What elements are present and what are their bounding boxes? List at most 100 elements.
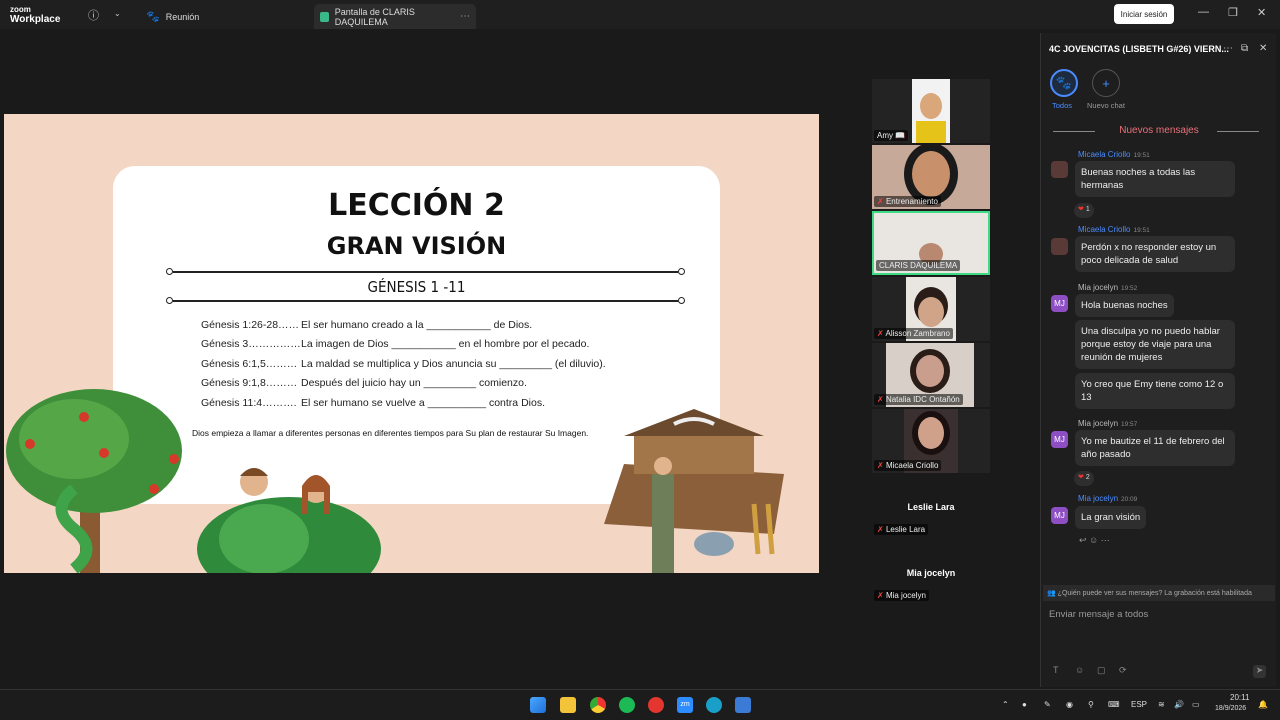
clock-date[interactable]: 18/9/2026 xyxy=(1215,705,1246,712)
participant-name: CLARIS DAQUILEMA xyxy=(876,260,961,271)
participant-tile-active-speaker[interactable]: CLARIS DAQUILEMA xyxy=(872,211,990,275)
volume-icon[interactable]: 🔊 xyxy=(1174,700,1184,709)
slide-title: LECCIÓN 2 xyxy=(328,188,505,223)
pop-out-icon[interactable]: ⧉ xyxy=(1241,43,1248,54)
participant-name-text: Alisson Zambrano xyxy=(885,329,950,338)
divider-line xyxy=(173,271,678,273)
chat-title: 4C JOVENCITAS (LISBETH G#26) VIERN... xyxy=(1049,44,1229,54)
filter-all-label[interactable]: Todos xyxy=(1052,101,1072,110)
slide-subtitle: GRAN VISIÓN xyxy=(326,232,507,260)
close-icon[interactable]: ✕ xyxy=(1259,43,1267,54)
participant-name-text: Natalia IDC Ontañón xyxy=(885,395,960,404)
zoom-logo: zoom Workplace xyxy=(10,5,60,25)
minimize-icon[interactable]: — xyxy=(1198,6,1209,18)
sender-name: Mia jocelyn xyxy=(1078,419,1119,428)
participant-tile[interactable]: ✗ Leslie Lara xyxy=(872,475,990,539)
verse-text: La maldad se multiplica y Dios anuncia s… xyxy=(301,358,606,370)
heart-icon: ❤ xyxy=(1078,206,1084,213)
language-indicator[interactable]: ESP xyxy=(1131,700,1147,709)
message-bubble[interactable]: Una disculpa yo no puedo hablar porque e… xyxy=(1075,320,1235,369)
participant-tile[interactable]: ✗ Natalia IDC Ontañón xyxy=(872,343,990,407)
message-bubble[interactable]: Buenas noches a todas las hermanas xyxy=(1075,161,1235,197)
divider-dot xyxy=(678,297,685,304)
restore-icon[interactable]: ❐ xyxy=(1228,6,1238,19)
more-icon[interactable]: ⋯ xyxy=(1223,43,1233,54)
chevron-down-icon[interactable]: ⌄ xyxy=(114,9,121,18)
adam-eve-illustration xyxy=(197,468,381,573)
participant-tile[interactable]: ✗ Micaela Criollo xyxy=(872,409,990,473)
format-icon[interactable]: T xyxy=(1053,665,1059,675)
participant-name: ✗ Mia jocelyn xyxy=(874,590,929,601)
chevron-up-icon[interactable]: ⌃ xyxy=(1002,700,1009,709)
avatar: MJ xyxy=(1051,431,1068,448)
participant-tile[interactable]: ✗ Entrenamiento xyxy=(872,145,990,209)
spotify-icon[interactable] xyxy=(619,697,635,713)
close-icon[interactable]: ✕ xyxy=(1257,6,1266,19)
pen-icon[interactable]: ✎ xyxy=(1044,700,1051,709)
plus-icon[interactable]: + xyxy=(1092,69,1120,97)
wifi-icon[interactable]: ≋ xyxy=(1158,700,1165,709)
participant-name-text: Leslie Lara xyxy=(885,525,926,534)
verse-row: Génesis 6:1,5……… La maldad se multiplica … xyxy=(201,358,606,370)
notification-icon[interactable]: 🔔 xyxy=(1258,700,1268,709)
message-time: 19:51 xyxy=(1133,152,1150,159)
message-sender: Mia jocelyn 19:52 xyxy=(1078,283,1137,292)
reaction-badge[interactable]: ❤ 2 xyxy=(1074,471,1094,486)
participant-tile[interactable]: ✗ Mia jocelyn xyxy=(872,541,990,605)
message-input[interactable]: Enviar mensaje a todos xyxy=(1049,609,1148,620)
chrome-icon[interactable] xyxy=(590,697,606,713)
reaction-badge[interactable]: ❤ 1 xyxy=(1074,203,1094,218)
divider-dot xyxy=(678,268,685,275)
tray-icon[interactable]: ⚲ xyxy=(1088,700,1094,709)
screenshot-icon[interactable]: ⟳ xyxy=(1119,665,1127,676)
more-icon[interactable]: ⋯ xyxy=(460,11,470,22)
tree-serpent-illustration xyxy=(6,389,182,573)
file-icon[interactable]: ▢ xyxy=(1097,665,1106,676)
participant-tile[interactable]: ✗ Alisson Zambrano xyxy=(872,277,990,341)
mic-muted-icon: ✗ xyxy=(877,461,884,470)
message-time: 20:09 xyxy=(1121,496,1138,503)
emoji-icon[interactable]: ☺ xyxy=(1075,665,1084,675)
app-icon[interactable] xyxy=(735,697,751,713)
privacy-notice[interactable]: 👥 ¿Quién puede ver sus mensajes? La grab… xyxy=(1043,585,1275,601)
battery-icon[interactable]: ▭ xyxy=(1192,700,1200,709)
message-bubble[interactable]: La gran visión xyxy=(1075,506,1147,529)
keyboard-icon[interactable]: ⌨ xyxy=(1108,700,1120,709)
clock-time[interactable]: 20:11 xyxy=(1230,693,1249,702)
message-bubble[interactable]: Hola buenas noches xyxy=(1075,294,1174,317)
verse-text: Después del juicio hay un _________ comi… xyxy=(301,377,527,389)
message-sender: Micaela Criollo 19:51 xyxy=(1078,225,1150,234)
new-chat-label[interactable]: Nuevo chat xyxy=(1087,101,1125,110)
participant-name: ✗ Natalia IDC Ontañón xyxy=(874,394,963,405)
participant-tile[interactable]: Amy 📖 xyxy=(872,79,990,143)
tray-icon[interactable]: ● xyxy=(1022,700,1027,709)
message-bubble[interactable]: Yo me bautize el 11 de febrero del año p… xyxy=(1075,430,1235,466)
paw-icon[interactable]: 🐾 xyxy=(1050,69,1078,97)
app-icon[interactable] xyxy=(648,697,664,713)
verse-ref: Génesis 6:1,5……… xyxy=(201,358,298,370)
edge-icon[interactable] xyxy=(706,697,722,713)
message-sender: Mia jocelyn 20:09 xyxy=(1078,494,1137,503)
divider-dot xyxy=(166,297,173,304)
info-icon[interactable]: ⓘ xyxy=(88,7,99,23)
verse-ref: Génesis 1:26-28…… xyxy=(201,319,300,331)
people-icon: 👥 xyxy=(1047,590,1056,597)
sign-in-button[interactable]: Iniciar sesión xyxy=(1114,4,1174,24)
tray-icon[interactable]: ◉ xyxy=(1066,700,1073,709)
file-explorer-icon[interactable] xyxy=(560,697,576,713)
presentation-slide: LECCIÓN 2 GRAN VISIÓN GÉNESIS 1 -11 Géne… xyxy=(4,114,819,573)
message-time: 19:52 xyxy=(1121,285,1138,292)
tab-screen-share[interactable]: Pantalla de CLARIS DAQUILEMA ⋯ xyxy=(314,4,476,29)
verse-ref: Génesis 9:1,8……… xyxy=(201,377,298,389)
send-icon[interactable]: ➤ xyxy=(1253,665,1266,678)
message-bubble[interactable]: Yo creo que Emy tiene como 12 o 13 xyxy=(1075,373,1235,409)
avatar: MJ xyxy=(1051,295,1068,312)
start-icon[interactable] xyxy=(530,697,546,713)
tab-meeting[interactable]: 🐾 Reunión xyxy=(140,4,205,29)
sender-name: Micaela Criollo xyxy=(1078,150,1131,159)
participant-name: ✗ Leslie Lara xyxy=(874,524,929,535)
zoom-icon[interactable]: zm xyxy=(677,697,693,713)
message-bubble[interactable]: Perdón x no responder estoy un poco deli… xyxy=(1075,236,1235,272)
message-actions[interactable]: ↩ ☺ ⋯ xyxy=(1079,535,1110,546)
avatar: MJ xyxy=(1051,507,1068,524)
